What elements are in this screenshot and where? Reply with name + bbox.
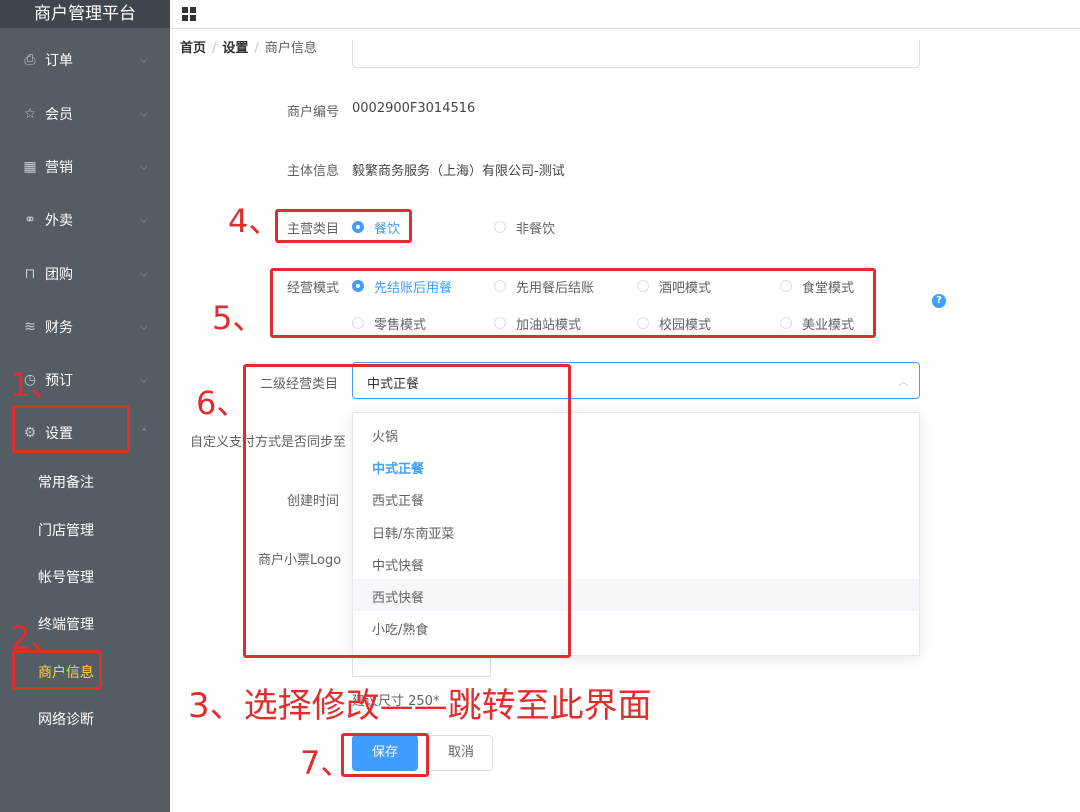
radio-label: 非餐饮 [516,222,556,237]
sidebar-item-label: 订单 [45,53,73,69]
merchant-no-value: 0002900F3014516 [352,101,476,116]
breadcrumb-separator: / [212,41,217,56]
annotation-box-settings [12,405,130,453]
chevron-down-icon: ⌵ [140,54,148,66]
sidebar-subitem-label: 常用备注 [38,475,94,491]
breadcrumb-settings[interactable]: 设置 [222,41,248,56]
sidebar-item-marketing[interactable]: ▦ 营销 ⌵ [0,140,170,194]
logo-upload-box[interactable] [352,655,491,677]
sidebar-subitem-label: 门店管理 [38,523,94,539]
bag-icon: ⊓ [24,266,36,282]
annotation-box-main-category [275,209,412,243]
chevron-down-icon: ⌵ [140,214,148,226]
annotation-box-save [341,733,429,777]
chevron-down-icon: ⌵ [140,268,148,280]
annotation-step-3-text: 选择修改——跳转至此界面 [243,686,652,726]
sidebar-item-label: 营销 [45,160,73,176]
sidebar-item-label: 会员 [45,107,73,123]
chevron-down-icon: ⌵ [140,374,148,386]
star-icon: ☆ [23,106,37,122]
annotation-step-1: 1、 [10,366,63,404]
sidebar-subitem-stores[interactable]: 门店管理 [0,507,170,553]
sidebar-item-finance[interactable]: ≋ 财务 ⌵ [0,300,170,354]
top-bar [170,0,1080,29]
sidebar-item-label: 财务 [45,320,73,336]
sidebar-item-groupbuy[interactable]: ⊓ 团购 ⌵ [0,247,170,301]
chevron-down-icon: ⌵ [140,161,148,173]
annotation-step-2: 2、 [10,619,63,657]
grid-icon: ▦ [23,159,37,175]
annotation-step-6: 6、 [196,384,249,422]
sidebar-subitem-accounts[interactable]: 帐号管理 [0,554,170,600]
annotation-step-3-number: 3、 [188,686,244,726]
printer-icon: ⎙ [24,52,36,68]
sidebar-item-delivery[interactable]: ⚭ 外卖 ⌵ [0,193,170,247]
annotation-step-4: 4、 [228,202,281,240]
annotation-step-7: 7、 [300,744,353,782]
entity-value: 毅繁商务服务（上海）有限公司-测试 [352,164,565,179]
annotation-step-3: 3、选择修改——跳转至此界面 [188,678,652,727]
menu-grid-icon[interactable] [182,7,196,21]
radio-dot [494,221,506,233]
chevron-down-icon: ⌵ [140,108,148,120]
breadcrumb: 首页 / 设置 / 商户信息 [180,37,317,56]
previous-field-input[interactable] [352,40,920,68]
merchant-no-label: 商户编号 [287,105,340,120]
sidebar-item-members[interactable]: ☆ 会员 ⌵ [0,87,170,141]
chevron-up-icon: ︿ [898,375,909,388]
bike-icon: ⚭ [24,212,36,228]
annotation-step-5: 5、 [212,299,265,337]
chevron-down-icon: ⌵ [140,321,148,333]
database-icon: ≋ [24,319,36,335]
annotation-box-sub-category [243,364,571,658]
help-icon[interactable]: ? [932,294,946,308]
sidebar-subitem-network[interactable]: 网络诊断 [0,696,170,742]
annotation-box-mode [270,268,876,338]
sidebar-item-orders[interactable]: ⎙ 订单 ⌵ [0,33,170,87]
sidebar-subitem-notes[interactable]: 常用备注 [0,459,170,505]
app-title: 商户管理平台 [0,0,170,28]
cancel-button[interactable]: 取消 [429,735,493,771]
breadcrumb-home[interactable]: 首页 [180,41,206,56]
sidebar-item-label: 团购 [45,267,73,283]
entity-label: 主体信息 [287,164,340,179]
breadcrumb-separator: / [254,41,259,56]
breadcrumb-current: 商户信息 [264,41,317,56]
sidebar-subitem-label: 网络诊断 [38,712,94,728]
sidebar-subitem-label: 帐号管理 [38,570,94,586]
sidebar-item-label: 外卖 [45,213,73,229]
chevron-up-icon: ⌃ [140,427,149,439]
